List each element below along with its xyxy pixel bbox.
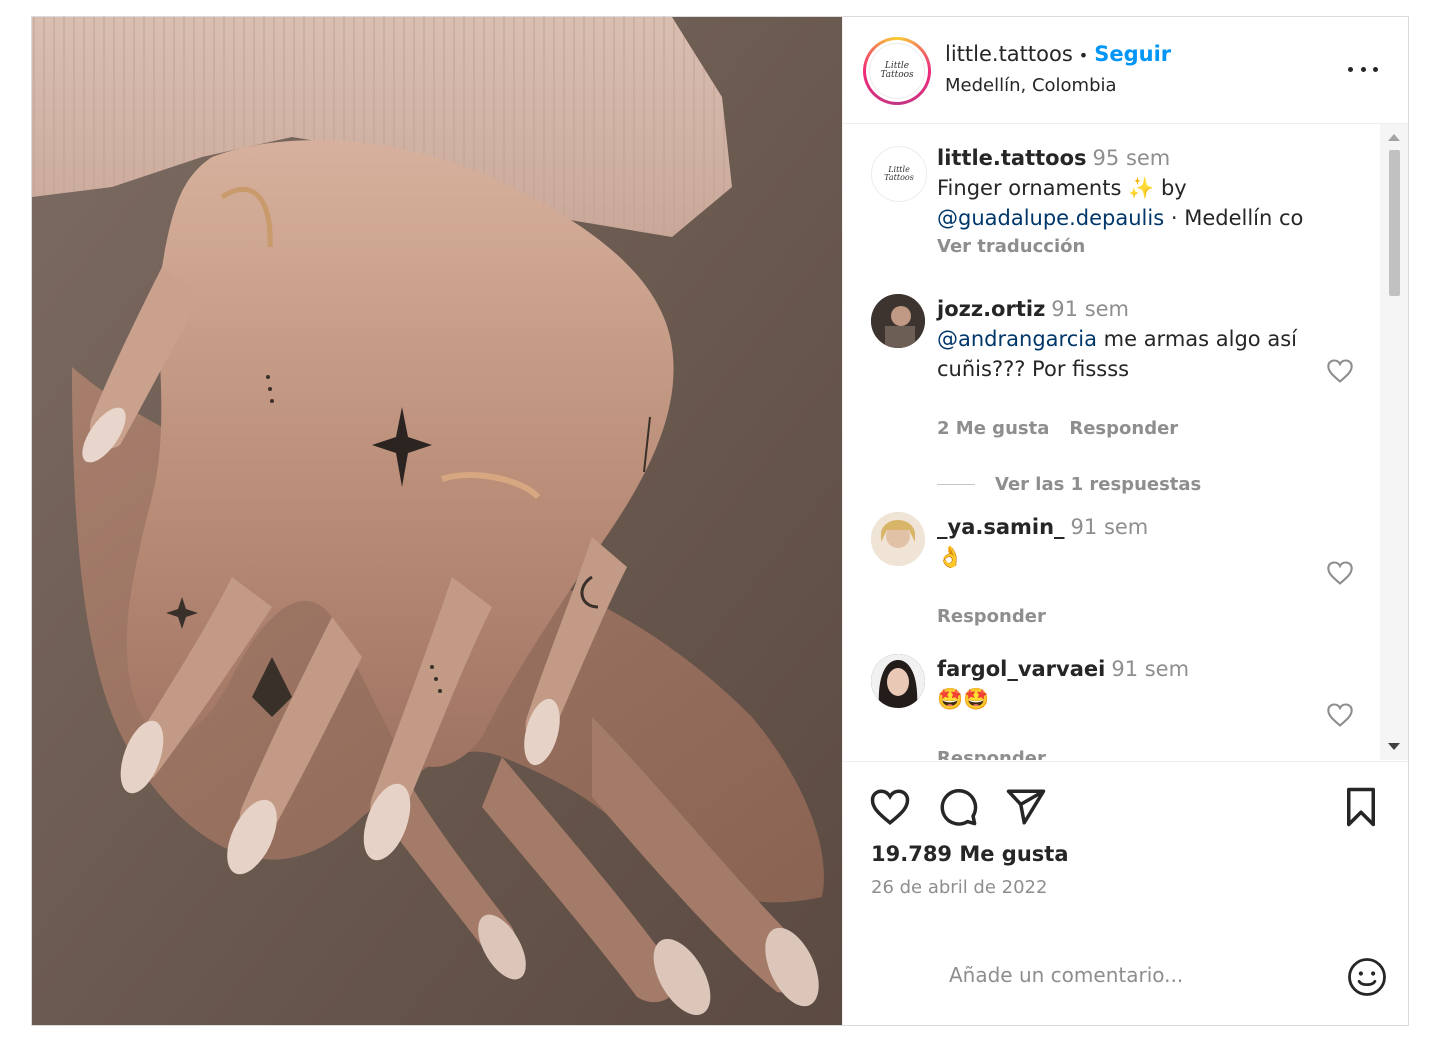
caption-time: 95 sem	[1092, 146, 1171, 170]
header-location[interactable]: Medellín, Colombia	[945, 75, 1117, 96]
follow-button[interactable]: Seguir	[1094, 42, 1171, 66]
caption-avatar[interactable]: Little Tattoos	[871, 146, 927, 202]
reply-button[interactable]: Responder	[937, 606, 1046, 627]
scroll-down-arrow-icon[interactable]	[1388, 743, 1400, 750]
caption-text: Finger ornaments	[937, 176, 1122, 200]
comment-username[interactable]: fargol_varvaei	[937, 657, 1105, 681]
comment-time: 91 sem	[1111, 657, 1190, 681]
logo-text-line2: Tattoos	[880, 70, 914, 80]
header-username[interactable]: little.tattoos	[945, 42, 1073, 66]
comment-username[interactable]: _ya.samin_	[937, 515, 1065, 539]
heart-icon[interactable]	[1326, 702, 1354, 728]
post-actions: 19.789 Me gusta 26 de abril de 2022	[843, 761, 1408, 1026]
caption-username[interactable]: little.tattoos	[937, 146, 1087, 170]
commenter-avatar[interactable]	[871, 654, 925, 708]
comment-1-line-1: jozz.ortiz 91 sem	[937, 294, 1129, 324]
header-user-line: little.tattoos • Seguir	[945, 42, 1171, 66]
replies-divider	[937, 484, 975, 485]
comment-3-text: 🤩🤩	[937, 687, 990, 711]
avatar-photo	[871, 294, 925, 348]
caption-line-2: Finger ornaments ✨ by	[937, 173, 1187, 203]
comment-username[interactable]: jozz.ortiz	[937, 297, 1045, 321]
comments-scrollbar[interactable]	[1380, 124, 1408, 760]
reply-button[interactable]: Responder	[1069, 418, 1178, 439]
comment-3-line-1: fargol_varvaei 91 sem	[937, 654, 1189, 684]
comment-3-meta: Responder	[937, 748, 1066, 760]
comment-text: me armas algo así	[1103, 327, 1297, 351]
comment-1-meta: 2 Me gusta Responder	[937, 418, 1198, 439]
comment-1-line-2: @andrangarcia me armas algo así	[937, 324, 1297, 354]
translate-link[interactable]: Ver traducción	[937, 236, 1085, 257]
dot	[1348, 66, 1353, 72]
avatar-photo	[871, 654, 925, 708]
separator-dot: •	[1078, 46, 1089, 65]
caption-mention[interactable]: @guadalupe.depaulis	[937, 206, 1164, 230]
heart-icon[interactable]	[869, 786, 911, 828]
commenter-avatar[interactable]	[871, 294, 925, 348]
comments-list[interactable]: Little Tattoos little.tattoos 95 sem Fing…	[843, 124, 1408, 760]
dot	[1360, 66, 1366, 72]
dot	[1373, 66, 1378, 72]
caption-line-1: little.tattoos 95 sem	[937, 143, 1170, 173]
avatar-photo	[871, 512, 925, 566]
caption-text-by: by	[1160, 176, 1187, 200]
comment-time: 91 sem	[1070, 515, 1149, 539]
caption-line-3: @guadalupe.depaulis · Medellín co	[937, 203, 1303, 233]
post-side-panel: Little Tattoos little.tattoos • Seguir Med…	[842, 17, 1408, 1025]
reply-button[interactable]: Responder	[937, 748, 1046, 760]
comment-likes[interactable]: 2 Me gusta	[937, 418, 1049, 439]
view-replies-button[interactable]: Ver las 1 respuestas	[995, 474, 1201, 495]
comment-time: 91 sem	[1051, 297, 1130, 321]
instagram-post-modal: Little Tattoos little.tattoos • Seguir Med…	[31, 16, 1409, 1026]
scrollbar-thumb[interactable]	[1389, 150, 1400, 296]
logo-text-line2: Tattoos	[884, 173, 914, 182]
heart-icon[interactable]	[1326, 358, 1354, 384]
more-options-icon[interactable]	[1348, 57, 1378, 81]
story-ring[interactable]: Little Tattoos	[863, 37, 931, 105]
comment-2-text: 👌	[937, 545, 964, 569]
account-logo: Little Tattoos	[869, 43, 925, 99]
hands-tattoo-photo	[32, 17, 842, 1025]
caption-location-text: · Medellín co	[1170, 206, 1304, 230]
comment-mention[interactable]: @andrangarcia	[937, 327, 1097, 351]
post-date: 26 de abril de 2022	[871, 877, 1048, 898]
comment-1-line-3: cuñis??? Por fissss	[937, 357, 1130, 381]
emoji-icon[interactable]	[1346, 956, 1388, 998]
sparkles-emoji: ✨	[1128, 176, 1155, 200]
bookmark-icon[interactable]	[1340, 786, 1382, 828]
post-image[interactable]	[32, 17, 842, 1025]
likes-count[interactable]: 19.789 Me gusta	[871, 842, 1069, 866]
comment-2-line-1: _ya.samin_ 91 sem	[937, 512, 1148, 542]
comment-2-meta: Responder	[937, 606, 1066, 627]
scroll-up-arrow-icon[interactable]	[1388, 134, 1400, 141]
commenter-avatar[interactable]	[871, 512, 925, 566]
add-comment-bar	[843, 934, 1408, 1026]
share-icon[interactable]	[1005, 786, 1047, 828]
comment-input[interactable]	[947, 962, 1311, 988]
heart-icon[interactable]	[1326, 560, 1354, 586]
avatar-frame: Little Tattoos	[866, 40, 928, 102]
comment-icon[interactable]	[937, 786, 979, 828]
caption-avatar-logo: Little Tattoos	[872, 147, 926, 201]
post-header: Little Tattoos little.tattoos • Seguir Med…	[843, 17, 1408, 124]
